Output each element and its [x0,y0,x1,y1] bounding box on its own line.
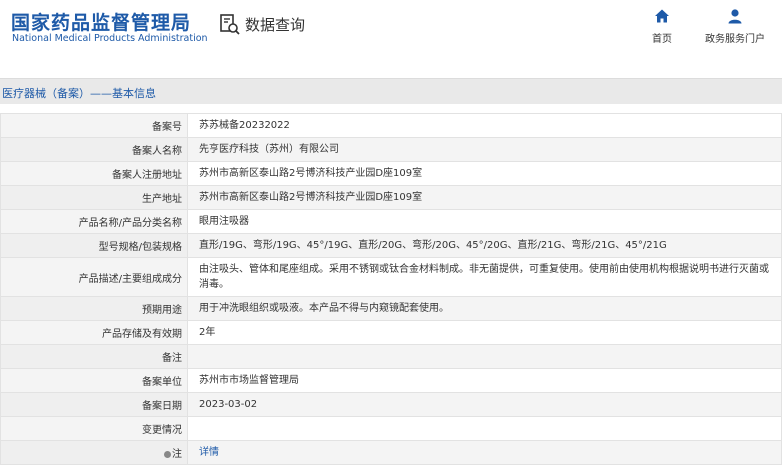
nav-gov-label: 政务服务门户 [705,34,765,45]
info-icon [164,450,171,458]
row-label: 备案人注册地址 [0,161,188,186]
row-value: 苏州市市场监督管理局 [187,368,782,393]
breadcrumb-bar: 医疗器械（备案）——基本信息 [0,78,782,104]
row-label: 变更情况 [0,416,188,441]
breadcrumb: 医疗器械（备案）——基本信息 [2,87,156,100]
table-row: 型号规格/包装规格 直形/19G、弯形/19G、45°/19G、直形/20G、弯… [0,233,782,258]
table-row: 备案日期 2023-03-02 [0,392,782,417]
table-row: 备案人名称 先亨医疗科技（苏州）有限公司 [0,137,782,162]
table-row: 产品描述/主要组成成分 由注吸头、管体和尾座组成。采用不锈钢或钛合金材料制成。非… [0,257,782,297]
row-value: 苏州市高新区泰山路2号博济科技产业园D座109室 [187,161,782,186]
row-value: 苏苏械备20232022 [187,113,782,138]
table-row: 备案号 苏苏械备20232022 [0,113,782,138]
row-label: 备案号 [0,113,188,138]
row-label: 型号规格/包装规格 [0,233,188,258]
row-label: 产品名称/产品分类名称 [0,209,188,234]
row-label: 生产地址 [0,185,188,210]
home-icon [655,9,669,23]
site-header: 国家药品监督管理局 National Medical Products Admi… [0,0,782,62]
row-label: 产品描述/主要组成成分 [0,257,188,297]
row-value: 由注吸头、管体和尾座组成。采用不锈钢或钛合金材料制成。非无菌提供，可重复使用。使… [187,257,782,297]
row-value [187,344,782,369]
document-search-icon [220,14,240,35]
table-row: 备注 [0,344,782,369]
query-label: 数据查询 [245,15,306,34]
user-icon [728,9,742,24]
row-value: 直形/19G、弯形/19G、45°/19G、直形/20G、弯形/20G、45°/… [187,233,782,258]
row-value [187,416,782,441]
table-row: 预期用途 用于冲洗眼组织或吸液。本产品不得与内窥镜配套使用。 [0,296,782,321]
row-label-note: 注 [0,440,188,465]
table-row: 产品名称/产品分类名称 眼用注吸器 [0,209,782,234]
row-label: 备注 [0,344,188,369]
note-label: 注 [172,449,182,460]
logo-subtitle: National Medical Products Administration [12,33,208,44]
table-row: 变更情况 [0,416,782,441]
nav-home-label: 首页 [652,34,672,45]
row-value: 先亨医疗科技（苏州）有限公司 [187,137,782,162]
row-value: 眼用注吸器 [187,209,782,234]
details-link[interactable]: 详情 [199,447,219,458]
logo-title[interactable]: 国家药品监督管理局 [11,8,191,35]
nav-gov-portal[interactable]: 政务服务门户 [705,8,765,45]
row-value: 2年 [187,320,782,345]
row-label: 预期用途 [0,296,188,321]
row-value: 2023-03-02 [187,392,782,417]
row-label: 备案人名称 [0,137,188,162]
row-label: 备案单位 [0,368,188,393]
nav-home[interactable]: 首页 [652,8,672,45]
row-label: 备案日期 [0,392,188,417]
table-row: 备案单位 苏州市市场监督管理局 [0,368,782,393]
table-row: 备案人注册地址 苏州市高新区泰山路2号博济科技产业园D座109室 [0,161,782,186]
row-value: 用于冲洗眼组织或吸液。本产品不得与内窥镜配套使用。 [187,296,782,321]
row-label: 产品存储及有效期 [0,320,188,345]
table-row: 产品存储及有效期 2年 [0,320,782,345]
row-value: 详情 [187,440,782,465]
device-info-table: 备案号 苏苏械备20232022 备案人名称 先亨医疗科技（苏州）有限公司 备案… [0,113,782,465]
row-value: 苏州市高新区泰山路2号博济科技产业园D座109室 [187,185,782,210]
table-row: 生产地址 苏州市高新区泰山路2号博济科技产业园D座109室 [0,185,782,210]
table-row: 注 详情 [0,440,782,465]
data-query-heading: 数据查询 [218,12,305,36]
